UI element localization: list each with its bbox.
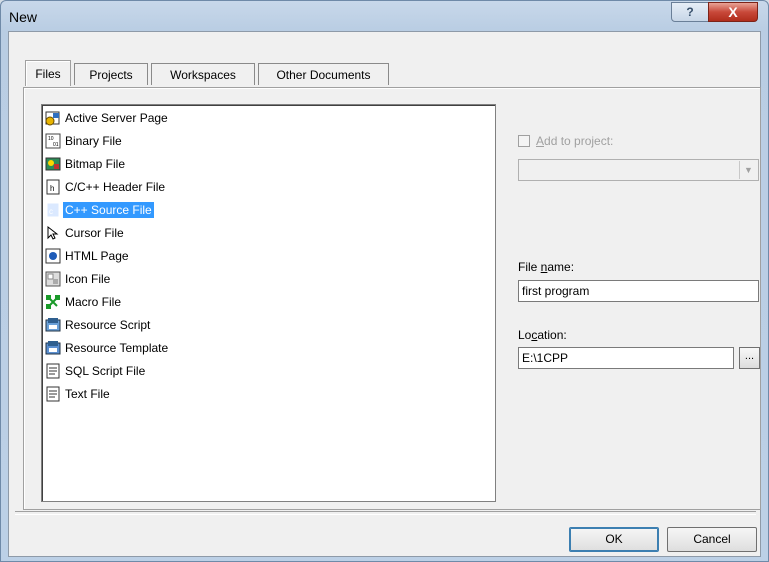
tab-workspaces[interactable]: Workspaces <box>151 63 255 85</box>
header-file-icon: h <box>45 179 61 195</box>
list-item[interactable]: 10 01 Binary File <box>45 131 124 151</box>
browse-button[interactable]: ... <box>739 347 760 369</box>
list-item[interactable]: Text File <box>45 384 112 404</box>
list-item[interactable]: HTML Page <box>45 246 131 266</box>
list-item-label: SQL Script File <box>65 364 146 378</box>
list-item[interactable]: SQL Script File <box>45 361 147 381</box>
tab-other-documents[interactable]: Other Documents <box>258 63 389 85</box>
list-item-label: Resource Script <box>65 318 151 332</box>
list-item[interactable]: Macro File <box>45 292 123 312</box>
window-title: New <box>9 9 38 25</box>
close-icon: X <box>728 4 738 20</box>
files-tab-panel: Active Server Page 10 01 Binary File Bitmap … <box>23 87 761 510</box>
list-item[interactable]: Resource Template <box>45 338 170 358</box>
html-page-icon <box>45 248 61 264</box>
svg-text:h: h <box>50 184 54 193</box>
list-item-label: Text File <box>65 387 110 401</box>
list-item[interactable]: Bitmap File <box>45 154 127 174</box>
resource-template-icon <box>45 340 61 356</box>
sql-script-icon <box>45 363 61 379</box>
new-dialog: New ? X Active Server Page 10 01 Binary Fil… <box>0 0 769 562</box>
add-to-project-option[interactable]: Add to project: <box>518 134 613 148</box>
macro-file-icon <box>45 294 61 310</box>
list-item-label: HTML Page <box>65 249 129 263</box>
icon-file-icon <box>45 271 61 287</box>
svg-text:c: c <box>49 207 53 216</box>
asp-icon <box>45 110 61 126</box>
add-to-project-checkbox[interactable] <box>518 135 530 147</box>
list-item-label: Cursor File <box>65 226 124 240</box>
separator <box>15 511 756 515</box>
ok-button[interactable]: OK <box>569 527 659 552</box>
cursor-file-icon <box>45 225 61 241</box>
list-item-label: Bitmap File <box>65 157 126 171</box>
help-icon: ? <box>686 5 694 19</box>
tab-projects[interactable]: Projects <box>74 63 148 85</box>
location-label: Location: <box>518 328 567 342</box>
resource-script-icon <box>45 317 61 333</box>
list-item-label: Icon File <box>65 272 111 286</box>
location-input[interactable]: E:\1CPP <box>518 347 734 369</box>
bitmap-icon <box>45 156 61 172</box>
list-item-label: Binary File <box>65 134 122 148</box>
cpp-source-icon: c <box>45 202 61 218</box>
list-item[interactable]: Active Server Page <box>45 108 170 128</box>
list-item[interactable]: c C++ Source File <box>45 200 154 220</box>
text-file-icon <box>45 386 61 402</box>
file-name-input[interactable]: first program <box>518 280 759 302</box>
close-button[interactable]: X <box>708 2 758 22</box>
file-type-list[interactable]: Active Server Page 10 01 Binary File Bitmap … <box>41 104 496 502</box>
svg-text:01: 01 <box>53 142 59 148</box>
list-item[interactable]: h C/C++ Header File <box>45 177 167 197</box>
title-bar: New ? X <box>1 1 768 31</box>
tab-files[interactable]: Files <box>25 60 71 86</box>
dialog-body: Active Server Page 10 01 Binary File Bitmap … <box>8 31 761 557</box>
list-item-label: C/C++ Header File <box>65 180 166 194</box>
project-select[interactable]: ▼ <box>518 159 759 181</box>
list-item[interactable]: Resource Script <box>45 315 152 335</box>
list-item-label: Resource Template <box>65 341 169 355</box>
list-item[interactable]: Cursor File <box>45 223 126 243</box>
add-to-project-label: Add to project: <box>536 134 614 148</box>
list-item-label: Active Server Page <box>65 111 168 125</box>
list-item-label: C++ Source File <box>63 202 154 218</box>
binary-file-icon: 10 01 <box>45 133 61 149</box>
list-item[interactable]: Icon File <box>45 269 112 289</box>
cancel-button[interactable]: Cancel <box>667 527 757 552</box>
help-button[interactable]: ? <box>671 2 709 22</box>
file-name-label: File name: <box>518 260 575 274</box>
chevron-down-icon[interactable]: ▼ <box>739 161 757 179</box>
list-item-label: Macro File <box>65 295 122 309</box>
